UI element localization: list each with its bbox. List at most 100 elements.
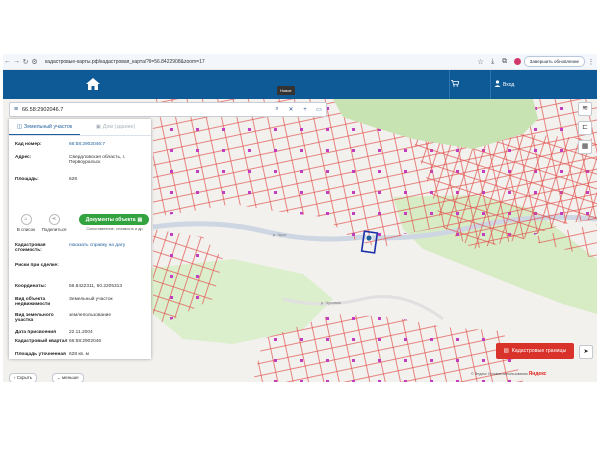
panel-tabs: ◫ Земельный участок ▣ Дом (здание) — [9, 119, 151, 136]
star-icon[interactable]: ☆ — [475, 58, 487, 66]
field-label: Кадастровый квартал — [15, 339, 68, 344]
hide-panel-button[interactable]: ‹ Скрыть — [9, 373, 38, 382]
share-button[interactable]: ⋖ Поделиться — [41, 214, 67, 232]
zoom-less-button[interactable]: ⌄ меньше — [52, 373, 84, 382]
ruler-icon[interactable]: ⊏ — [578, 121, 592, 135]
location-marker-icon[interactable] — [365, 234, 373, 242]
search-bar: ≡ 66.58:2902046.7 ⌕ ✕ + ▭ — [9, 102, 327, 117]
tooltip: Новое — [277, 86, 295, 95]
profile-avatar[interactable] — [513, 58, 521, 65]
order-documents-label: Документы объекта — [85, 216, 136, 223]
tab-land-plot[interactable]: ◫ Земельный участок — [9, 119, 80, 135]
field-label: Вид земельного участка — [15, 313, 54, 323]
boundaries-icon: ▧ — [503, 348, 509, 354]
cart-button[interactable] — [451, 80, 461, 89]
add-to-list-button[interactable]: ⌂ В список — [15, 214, 37, 232]
share-label: Поделиться — [41, 227, 67, 232]
browser-toolbar: ← → ↻ ⚙ кадастровые-карты.рф/кадастровая… — [3, 54, 597, 70]
order-documents-button[interactable]: Документы объекта ▤ — [79, 214, 149, 225]
login-button[interactable]: Вход — [494, 80, 514, 89]
plot-icon: ◫ — [16, 123, 22, 130]
site-header: Вход — [3, 70, 597, 99]
field-area: Площадь: 628 — [15, 177, 147, 182]
cadastral-map[interactable]: р. Чусо р. Чусовая ≡ 66.58:2902046.7 ⌕ ✕… — [3, 99, 597, 382]
user-icon — [494, 80, 501, 89]
search-input[interactable]: 66.58:2902046.7 — [22, 107, 270, 113]
field-label: Площадь уточненная — [15, 352, 66, 357]
home-list-icon: ⌂ — [20, 214, 32, 225]
tab-label: Дом (здание) — [102, 124, 136, 130]
add-icon[interactable]: + — [298, 107, 312, 113]
river-label-2: р. Чусовая — [321, 300, 341, 305]
back-icon[interactable]: ← — [3, 58, 12, 65]
object-info-panel: ◫ Земельный участок ▣ Дом (здание) Кад н… — [9, 119, 151, 359]
site-info-icon[interactable]: ⚙ — [30, 58, 39, 66]
download-icon[interactable]: ⤓ — [487, 58, 499, 66]
attribution-text[interactable]: © Яндекс Условия использования — [471, 372, 528, 376]
layers-icon[interactable]: ≋ — [578, 102, 592, 116]
cad-value-link[interactable]: показать справку на дату — [69, 243, 147, 253]
field-label: Площадь: — [15, 177, 39, 182]
order-documents-note: Сопоставление, стоимость и др. — [86, 227, 144, 231]
area-value: 628 — [69, 177, 78, 182]
area-precise-value: 628 кв. м — [69, 352, 89, 357]
detail-plot-kind: Вид земельного участка землепользование — [15, 313, 147, 323]
field-label: Вид объекта недвижимости — [15, 297, 51, 307]
field-cad-number: Кад номер: 66:58:2902046:7 — [15, 142, 147, 147]
reload-icon[interactable]: ↻ — [21, 58, 30, 66]
coordinates-value: 56.8422311, 60.2205313 — [69, 284, 122, 289]
detail-area-precise: Площадь уточненная 628 кв. м — [15, 352, 147, 357]
forward-icon[interactable]: → — [12, 58, 21, 65]
search-icon[interactable]: ⌕ — [270, 106, 284, 113]
field-label: Кад номер: — [15, 142, 42, 147]
quarter-value: 66:58:2902046 — [69, 339, 102, 344]
menu-icon[interactable]: ≡ — [10, 106, 22, 113]
extensions-icon[interactable]: ⧉ — [499, 58, 511, 66]
field-label: Кадастровая стоимость: — [15, 243, 46, 253]
assign-date-value: 22.11.2004 — [69, 330, 93, 335]
geolocation-icon[interactable]: ➤ — [579, 345, 593, 359]
address-bar[interactable]: кадастровые-карты.рф/кадастровая_карта/?… — [45, 59, 441, 65]
plot-kind-value: землепользование — [69, 313, 112, 318]
risks-value — [105, 263, 147, 268]
object-type-value: Земельный участок — [69, 297, 113, 302]
tab-label: Земельный участок — [23, 123, 73, 130]
hide-panel-label: Скрыть — [16, 375, 33, 380]
chevron-left-icon: ‹ — [14, 375, 16, 380]
detail-coordinates: Координаты: 56.8422311, 60.2205313 — [15, 284, 147, 289]
cart-icon — [451, 80, 460, 89]
layers-toggle-icon[interactable]: ▭ — [312, 106, 326, 113]
river-label: р. Чусо — [273, 232, 287, 237]
print-icon[interactable]: ▦ — [578, 140, 592, 154]
update-button[interactable]: Завершить обновление — [523, 56, 585, 67]
detail-object-type: Вид объекта недвижимости Земельный участ… — [15, 297, 147, 307]
cadastral-boundaries-button[interactable]: ▧ Кадастровые границы — [496, 343, 574, 359]
map-attribution: © Яндекс Условия использования Яндекс — [471, 371, 546, 377]
home-icon[interactable] — [85, 77, 101, 96]
address-value: Свердловская область, г. Первоуральск — [69, 155, 126, 165]
add-to-list-label: В список — [16, 227, 36, 232]
login-label: Вход — [503, 81, 515, 88]
cad-number-link[interactable]: 66:58:2902046:7 — [69, 142, 147, 147]
field-label: Дата присвоения — [15, 330, 57, 335]
detail-quarter: Кадастровый квартал 66:58:2902046 — [15, 339, 147, 344]
browser-window: ← → ↻ ⚙ кадастровые-карты.рф/кадастровая… — [3, 54, 597, 382]
building-icon: ▣ — [95, 124, 101, 130]
document-icon: ▤ — [137, 216, 143, 223]
field-label: Риски при сделке: — [15, 263, 59, 268]
tab-building[interactable]: ▣ Дом (здание) — [80, 119, 151, 135]
panel-actions: ⌂ В список ⋖ Поделиться Документы объект… — [15, 214, 149, 238]
detail-assign-date: Дата присвоения 22.11.2004 — [15, 330, 147, 335]
detail-cad-value: Кадастровая стоимость: показать справку … — [15, 243, 147, 253]
zoom-less-label: меньше — [62, 375, 79, 380]
detail-risks: Риски при сделке: — [15, 263, 147, 268]
clear-icon[interactable]: ✕ — [284, 106, 298, 113]
chevron-down-icon: ⌄ — [57, 375, 61, 380]
yandex-logo: Яндекс — [528, 371, 547, 377]
field-address: Адрес: Свердловская область, г. Первоура… — [15, 155, 147, 165]
menu-icon[interactable]: ⋮ — [585, 58, 597, 66]
header-divider — [449, 70, 450, 99]
share-icon: ⋖ — [48, 214, 60, 225]
cadastral-boundaries-label: Кадастровые границы — [511, 348, 567, 354]
field-label: Адрес: — [15, 155, 32, 160]
